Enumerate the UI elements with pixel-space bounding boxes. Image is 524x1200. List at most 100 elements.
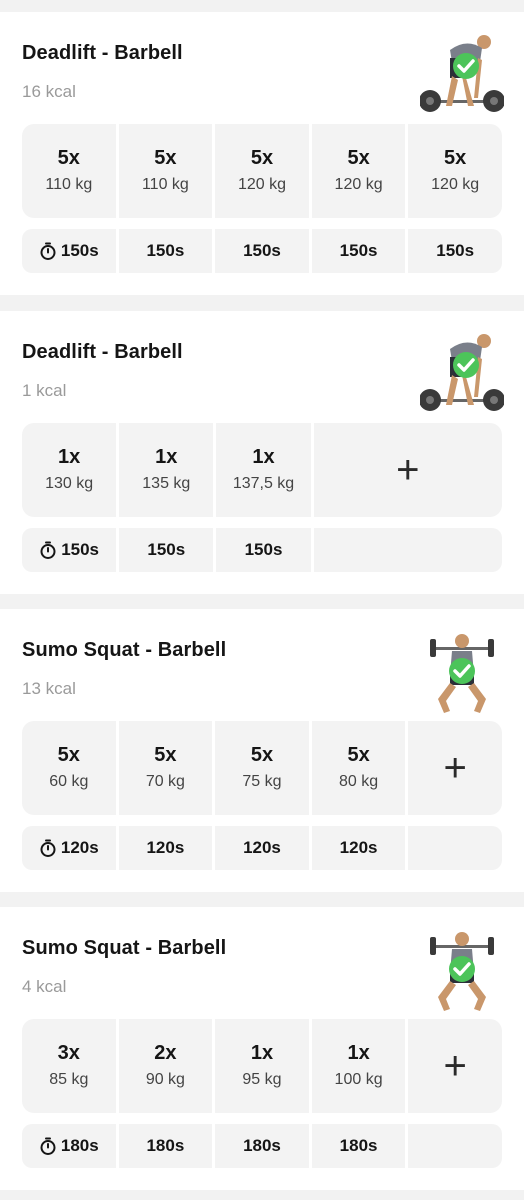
set-reps: 1x	[57, 446, 81, 468]
rest-cell[interactable]: 150s	[22, 229, 116, 273]
rest-duration: 150s	[146, 241, 185, 260]
exercise-title[interactable]: Deadlift - Barbell	[22, 341, 183, 364]
rest-cell-empty	[408, 1124, 502, 1168]
set-cell[interactable]: 1x 137,5 kg	[216, 423, 311, 517]
rest-cell[interactable]: 120s	[118, 826, 213, 870]
sets-row: 5x 60 kg 5x 70 kg 5x 75 kg 5x 80 kg +	[22, 721, 502, 815]
set-reps: 5x	[57, 147, 80, 169]
rest-cell[interactable]: 150s	[311, 229, 406, 273]
set-cell[interactable]: 5x 110 kg	[118, 124, 213, 218]
exercise-header: Deadlift - Barbell 1 kcal	[0, 311, 524, 423]
rest-cell[interactable]: 120s	[22, 826, 116, 870]
add-set-button[interactable]: +	[313, 423, 502, 517]
exercise-card[interactable]: Deadlift - Barbell 1 kcal 1x 130 kg 1x 135	[0, 311, 524, 594]
set-cell[interactable]: 5x 80 kg	[311, 721, 406, 815]
exercise-card[interactable]: Sumo Squat - Barbell 13 kcal 5x 60 kg 5x 7…	[0, 609, 524, 892]
rest-cell[interactable]: 120s	[311, 826, 406, 870]
sumo-squat-illustration[interactable]	[420, 923, 504, 1017]
rest-cell[interactable]: 150s	[118, 229, 213, 273]
exercise-title[interactable]: Sumo Squat - Barbell	[22, 937, 226, 960]
sets-row: 5x 110 kg 5x 110 kg 5x 120 kg 5x 120 kg 5x 12…	[22, 124, 502, 218]
exercise-title[interactable]: Sumo Squat - Barbell	[22, 639, 226, 662]
set-reps: 5x	[154, 744, 177, 766]
rest-duration: 180s	[146, 1136, 185, 1155]
set-reps: 5x	[57, 744, 80, 766]
set-reps: 5x	[347, 147, 370, 169]
set-weight: 137,5 kg	[232, 475, 295, 492]
set-weight: 85 kg	[49, 1071, 89, 1088]
workout-log: Deadlift - Barbell 16 kcal 5x 110 kg 5x …	[0, 0, 524, 1200]
set-cell[interactable]: 1x 100 kg	[311, 1019, 406, 1113]
set-cell[interactable]: 1x 130 kg	[22, 423, 117, 517]
set-cell[interactable]: 5x 70 kg	[118, 721, 213, 815]
set-reps: 5x	[154, 147, 177, 169]
timer-icon	[40, 242, 56, 260]
rest-duration: 120s	[339, 838, 378, 857]
rest-duration: 150s	[244, 540, 283, 559]
add-set-button[interactable]: +	[408, 1019, 502, 1113]
set-cell[interactable]: 5x 120 kg	[215, 124, 309, 218]
check-circle-icon	[449, 956, 475, 982]
set-reps: 1x	[347, 1042, 370, 1064]
add-set-button[interactable]: +	[408, 721, 502, 815]
rest-cell-empty	[408, 826, 502, 870]
rest-duration: 120s	[60, 838, 99, 857]
exercise-header: Sumo Squat - Barbell 13 kcal	[0, 609, 524, 721]
rest-cell[interactable]: 180s	[311, 1124, 406, 1168]
exercise-title[interactable]: Deadlift - Barbell	[22, 42, 183, 65]
set-cell[interactable]: 5x 110 kg	[22, 124, 116, 218]
rest-cell[interactable]: 180s	[118, 1124, 213, 1168]
set-weight: 135 kg	[142, 475, 191, 492]
rest-duration: 120s	[243, 838, 281, 857]
set-cell[interactable]: 1x 95 kg	[215, 1019, 309, 1113]
set-weight: 120 kg	[431, 176, 480, 193]
rest-duration: 150s	[243, 241, 281, 260]
sumo-squat-illustration[interactable]	[420, 625, 504, 719]
set-weight: 70 kg	[145, 773, 185, 790]
check-circle-icon	[453, 352, 479, 378]
set-weight: 120 kg	[237, 176, 286, 193]
exercise-kcal: 13 kcal	[22, 679, 76, 698]
rests-row: 150s 150s 150s	[22, 528, 502, 572]
set-reps: 1x	[252, 446, 275, 468]
set-cell[interactable]: 5x 60 kg	[22, 721, 116, 815]
timer-icon	[40, 1137, 56, 1155]
set-weight: 100 kg	[334, 1071, 383, 1088]
set-reps: 5x	[250, 147, 274, 169]
exercise-card[interactable]: Deadlift - Barbell 16 kcal 5x 110 kg 5x …	[0, 12, 524, 295]
deadlift-illustration[interactable]	[420, 28, 504, 122]
set-cell[interactable]: 2x 90 kg	[118, 1019, 213, 1113]
exercise-kcal: 4 kcal	[22, 977, 67, 996]
rest-duration: 180s	[60, 1136, 99, 1155]
set-cell[interactable]: 5x 75 kg	[215, 721, 309, 815]
set-weight: 80 kg	[339, 773, 379, 790]
rest-cell[interactable]: 150s	[22, 528, 117, 572]
exercise-kcal: 16 kcal	[22, 82, 76, 101]
rest-cell[interactable]: 150s	[215, 229, 309, 273]
rest-duration: 180s	[339, 1136, 378, 1155]
deadlift-illustration[interactable]	[420, 327, 504, 421]
set-cell[interactable]: 1x 135 kg	[119, 423, 214, 517]
set-cell[interactable]: 3x 85 kg	[22, 1019, 116, 1113]
plus-icon: +	[396, 448, 420, 492]
exercise-card[interactable]: Sumo Squat - Barbell 4 kcal 3x 85 kg 2x 90…	[0, 907, 524, 1190]
rest-cell-empty	[313, 528, 502, 572]
set-weight: 110 kg	[45, 176, 93, 193]
set-cell[interactable]: 5x 120 kg	[408, 124, 502, 218]
set-reps: 1x	[250, 1042, 274, 1064]
plus-icon: +	[443, 1044, 467, 1088]
rest-cell[interactable]: 180s	[215, 1124, 309, 1168]
set-cell[interactable]: 5x 120 kg	[311, 124, 406, 218]
set-reps: 3x	[57, 1042, 80, 1064]
rest-cell[interactable]: 150s	[408, 229, 502, 273]
set-weight: 90 kg	[145, 1071, 185, 1088]
exercise-header: Deadlift - Barbell 16 kcal	[0, 12, 524, 124]
set-weight: 120 kg	[334, 176, 383, 193]
rest-cell[interactable]: 150s	[216, 528, 311, 572]
rest-cell[interactable]: 150s	[119, 528, 214, 572]
sets-row: 1x 130 kg 1x 135 kg 1x 137,5 kg +	[22, 423, 502, 517]
check-circle-icon	[449, 658, 475, 684]
rest-cell[interactable]: 120s	[215, 826, 309, 870]
sets-row: 3x 85 kg 2x 90 kg 1x 95 kg 1x 100 kg +	[22, 1019, 502, 1113]
rest-cell[interactable]: 180s	[22, 1124, 116, 1168]
